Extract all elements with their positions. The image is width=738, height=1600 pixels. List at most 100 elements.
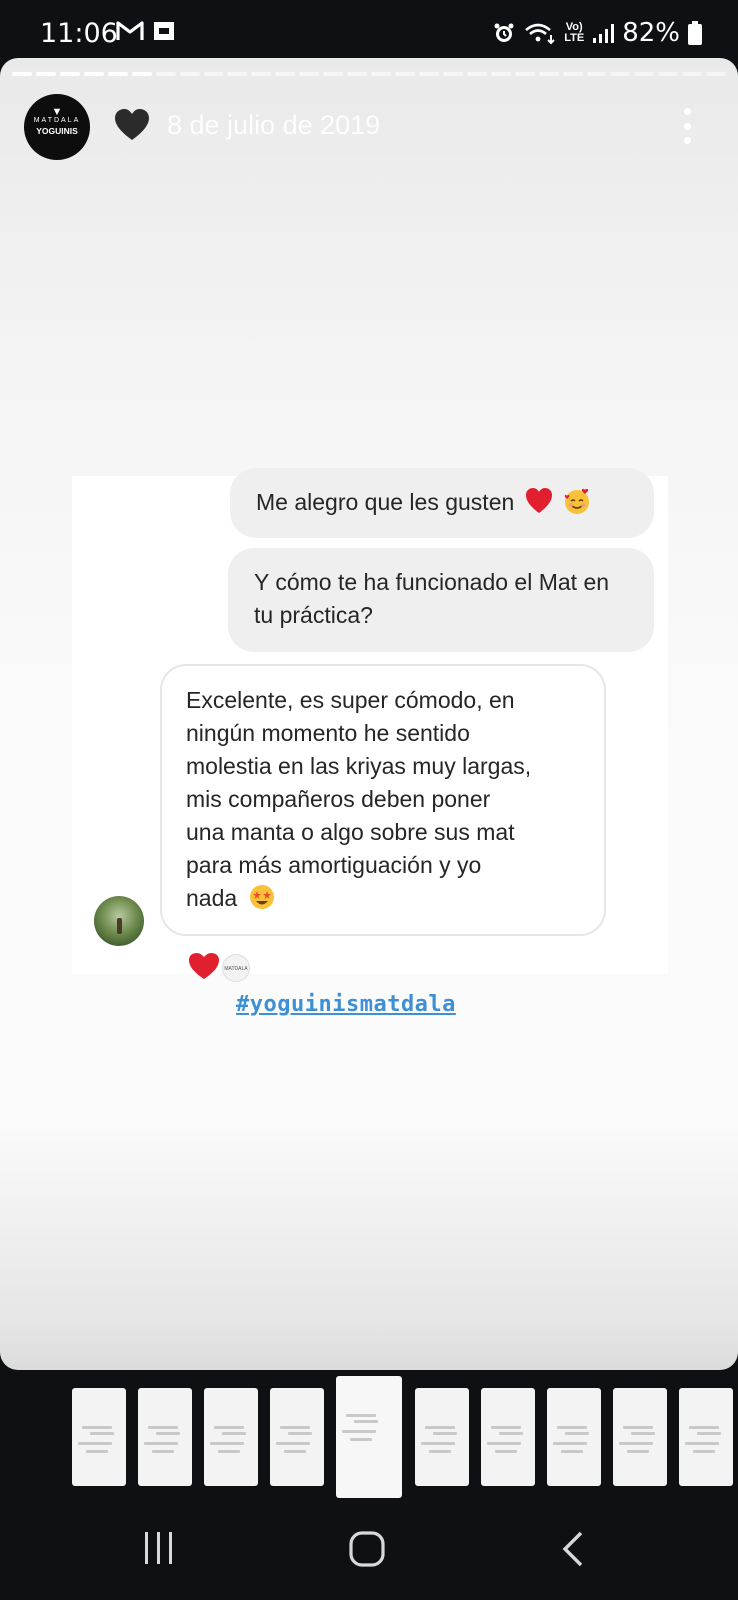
thumbnail-line [284, 1450, 306, 1453]
story-thumbnail[interactable] [336, 1376, 402, 1498]
screen: 11:06 Vo) LTE 82% ▼ MATDALA YOGUINIS 8 de… [0, 0, 738, 1600]
battery-icon [688, 21, 702, 45]
contact-avatar [94, 896, 144, 946]
story-thumbnail[interactable] [72, 1388, 126, 1486]
battery-percent: 82% [622, 18, 680, 48]
message-bubble-incoming: Excelente, es super cómodo, en ningún mo… [160, 664, 606, 936]
black-heart-icon [115, 109, 149, 140]
story-thumbnail[interactable] [270, 1388, 324, 1486]
thumbnail-line [342, 1430, 376, 1433]
smiling-hearts-emoji-icon [564, 488, 590, 514]
gmail-icon [116, 21, 144, 40]
thumbnail-line [218, 1450, 240, 1453]
progress-segment [514, 72, 535, 76]
thumbnail-line [86, 1450, 108, 1453]
thumbnail-line [425, 1426, 455, 1429]
logo-text-bottom: YOGUINIS [36, 126, 78, 136]
progress-segment [83, 72, 104, 76]
message-line: para más amortiguación y yo [186, 852, 482, 878]
back-icon[interactable] [560, 1530, 586, 1568]
thumbnail-line [697, 1432, 721, 1435]
hashtag-link[interactable]: #yoguinismatdala [236, 992, 456, 1017]
more-dot-icon [683, 137, 691, 144]
notification-icons [116, 20, 176, 42]
message-line: nada [186, 885, 238, 911]
progress-segment [658, 72, 679, 76]
thumbnail-line [561, 1450, 583, 1453]
message-line: molestia en las kriyas muy largas, [186, 753, 532, 779]
thumbnail-line [619, 1442, 653, 1445]
story-thumbnail[interactable] [138, 1388, 192, 1486]
story-view[interactable]: ▼ MATDALA YOGUINIS 8 de julio de 2019 Me… [0, 58, 738, 1370]
system-indicators: Vo) LTE 82% [492, 18, 702, 48]
progress-segment [442, 72, 463, 76]
thumbnail-line [354, 1420, 378, 1423]
thumbnail-line [148, 1426, 178, 1429]
thumbnail-line [90, 1432, 114, 1435]
story-thumbnail[interactable] [204, 1388, 258, 1486]
story-date: 8 de julio de 2019 [167, 110, 381, 140]
progress-segment [490, 72, 511, 76]
progress-segment [251, 72, 272, 76]
progress-segment [131, 72, 152, 76]
wifi-icon [525, 23, 555, 45]
progress-segment [12, 72, 32, 76]
progress-segment [634, 72, 655, 76]
story-thumbnail[interactable] [481, 1388, 535, 1486]
thumbnail-line [288, 1432, 312, 1435]
more-dot-icon [683, 122, 691, 130]
logo-text-top: MATDALA [33, 117, 81, 124]
progress-segment [395, 72, 415, 76]
thumbnail-line [693, 1450, 715, 1453]
progress-segment [538, 72, 559, 76]
progress-segment [562, 72, 583, 76]
story-thumbnail[interactable] [679, 1388, 733, 1486]
thumbnail-line [623, 1426, 653, 1429]
thumbnail-line [280, 1426, 310, 1429]
status-bar: 11:06 Vo) LTE 82% [0, 0, 738, 64]
thumbnail-line [553, 1442, 587, 1445]
progress-segment [275, 72, 296, 76]
message-bubble-outgoing: Me alegro que les gusten [230, 468, 654, 538]
more-dot-icon [683, 108, 691, 115]
message-bubble-outgoing: Y cómo te ha funcionado el Mat en tu prá… [228, 548, 654, 652]
thumbnail-line [222, 1432, 246, 1435]
app-notification-icon [154, 22, 174, 40]
more-options-button[interactable] [672, 106, 702, 146]
thumbnail-line [685, 1442, 719, 1445]
progress-segment [371, 72, 391, 76]
progress-segment [706, 72, 727, 76]
message-line: ningún momento he sentido [186, 720, 470, 746]
navigation-bar [0, 1502, 738, 1600]
story-thumbnail[interactable] [415, 1388, 469, 1486]
thumbnail-line [78, 1442, 112, 1445]
progress-segment [610, 72, 631, 76]
story-progress-bar [12, 72, 727, 76]
home-icon[interactable] [348, 1530, 386, 1568]
story-thumbnail[interactable] [613, 1388, 667, 1486]
thumbnail-line [689, 1426, 719, 1429]
thumbnail-line [152, 1450, 174, 1453]
progress-segment [586, 72, 607, 76]
progress-segment [155, 72, 176, 76]
story-thumbnail[interactable] [547, 1388, 601, 1486]
thumbnail-line [82, 1426, 112, 1429]
thumbnail-line [631, 1432, 655, 1435]
account-avatar[interactable]: ▼ MATDALA YOGUINIS [24, 94, 90, 160]
progress-segment [418, 72, 439, 76]
message-text: Y cómo te ha funcionado el Mat en tu prá… [254, 569, 610, 628]
status-time: 11:06 [40, 18, 118, 49]
progress-segment [347, 72, 368, 76]
thumbnail-line [433, 1432, 457, 1435]
message-line: mis compañeros deben poner [186, 786, 491, 812]
thumbnail-line [346, 1414, 376, 1417]
signal-icon [593, 24, 615, 43]
red-heart-emoji-icon [525, 488, 552, 513]
alarm-icon [494, 23, 514, 42]
thumbnail-line [565, 1432, 589, 1435]
thumbnail-line [421, 1442, 455, 1445]
thumbnail-line [350, 1438, 372, 1441]
recent-apps-icon[interactable] [142, 1530, 176, 1566]
star-struck-emoji-icon [249, 885, 274, 909]
thumbnail-line [214, 1426, 244, 1429]
